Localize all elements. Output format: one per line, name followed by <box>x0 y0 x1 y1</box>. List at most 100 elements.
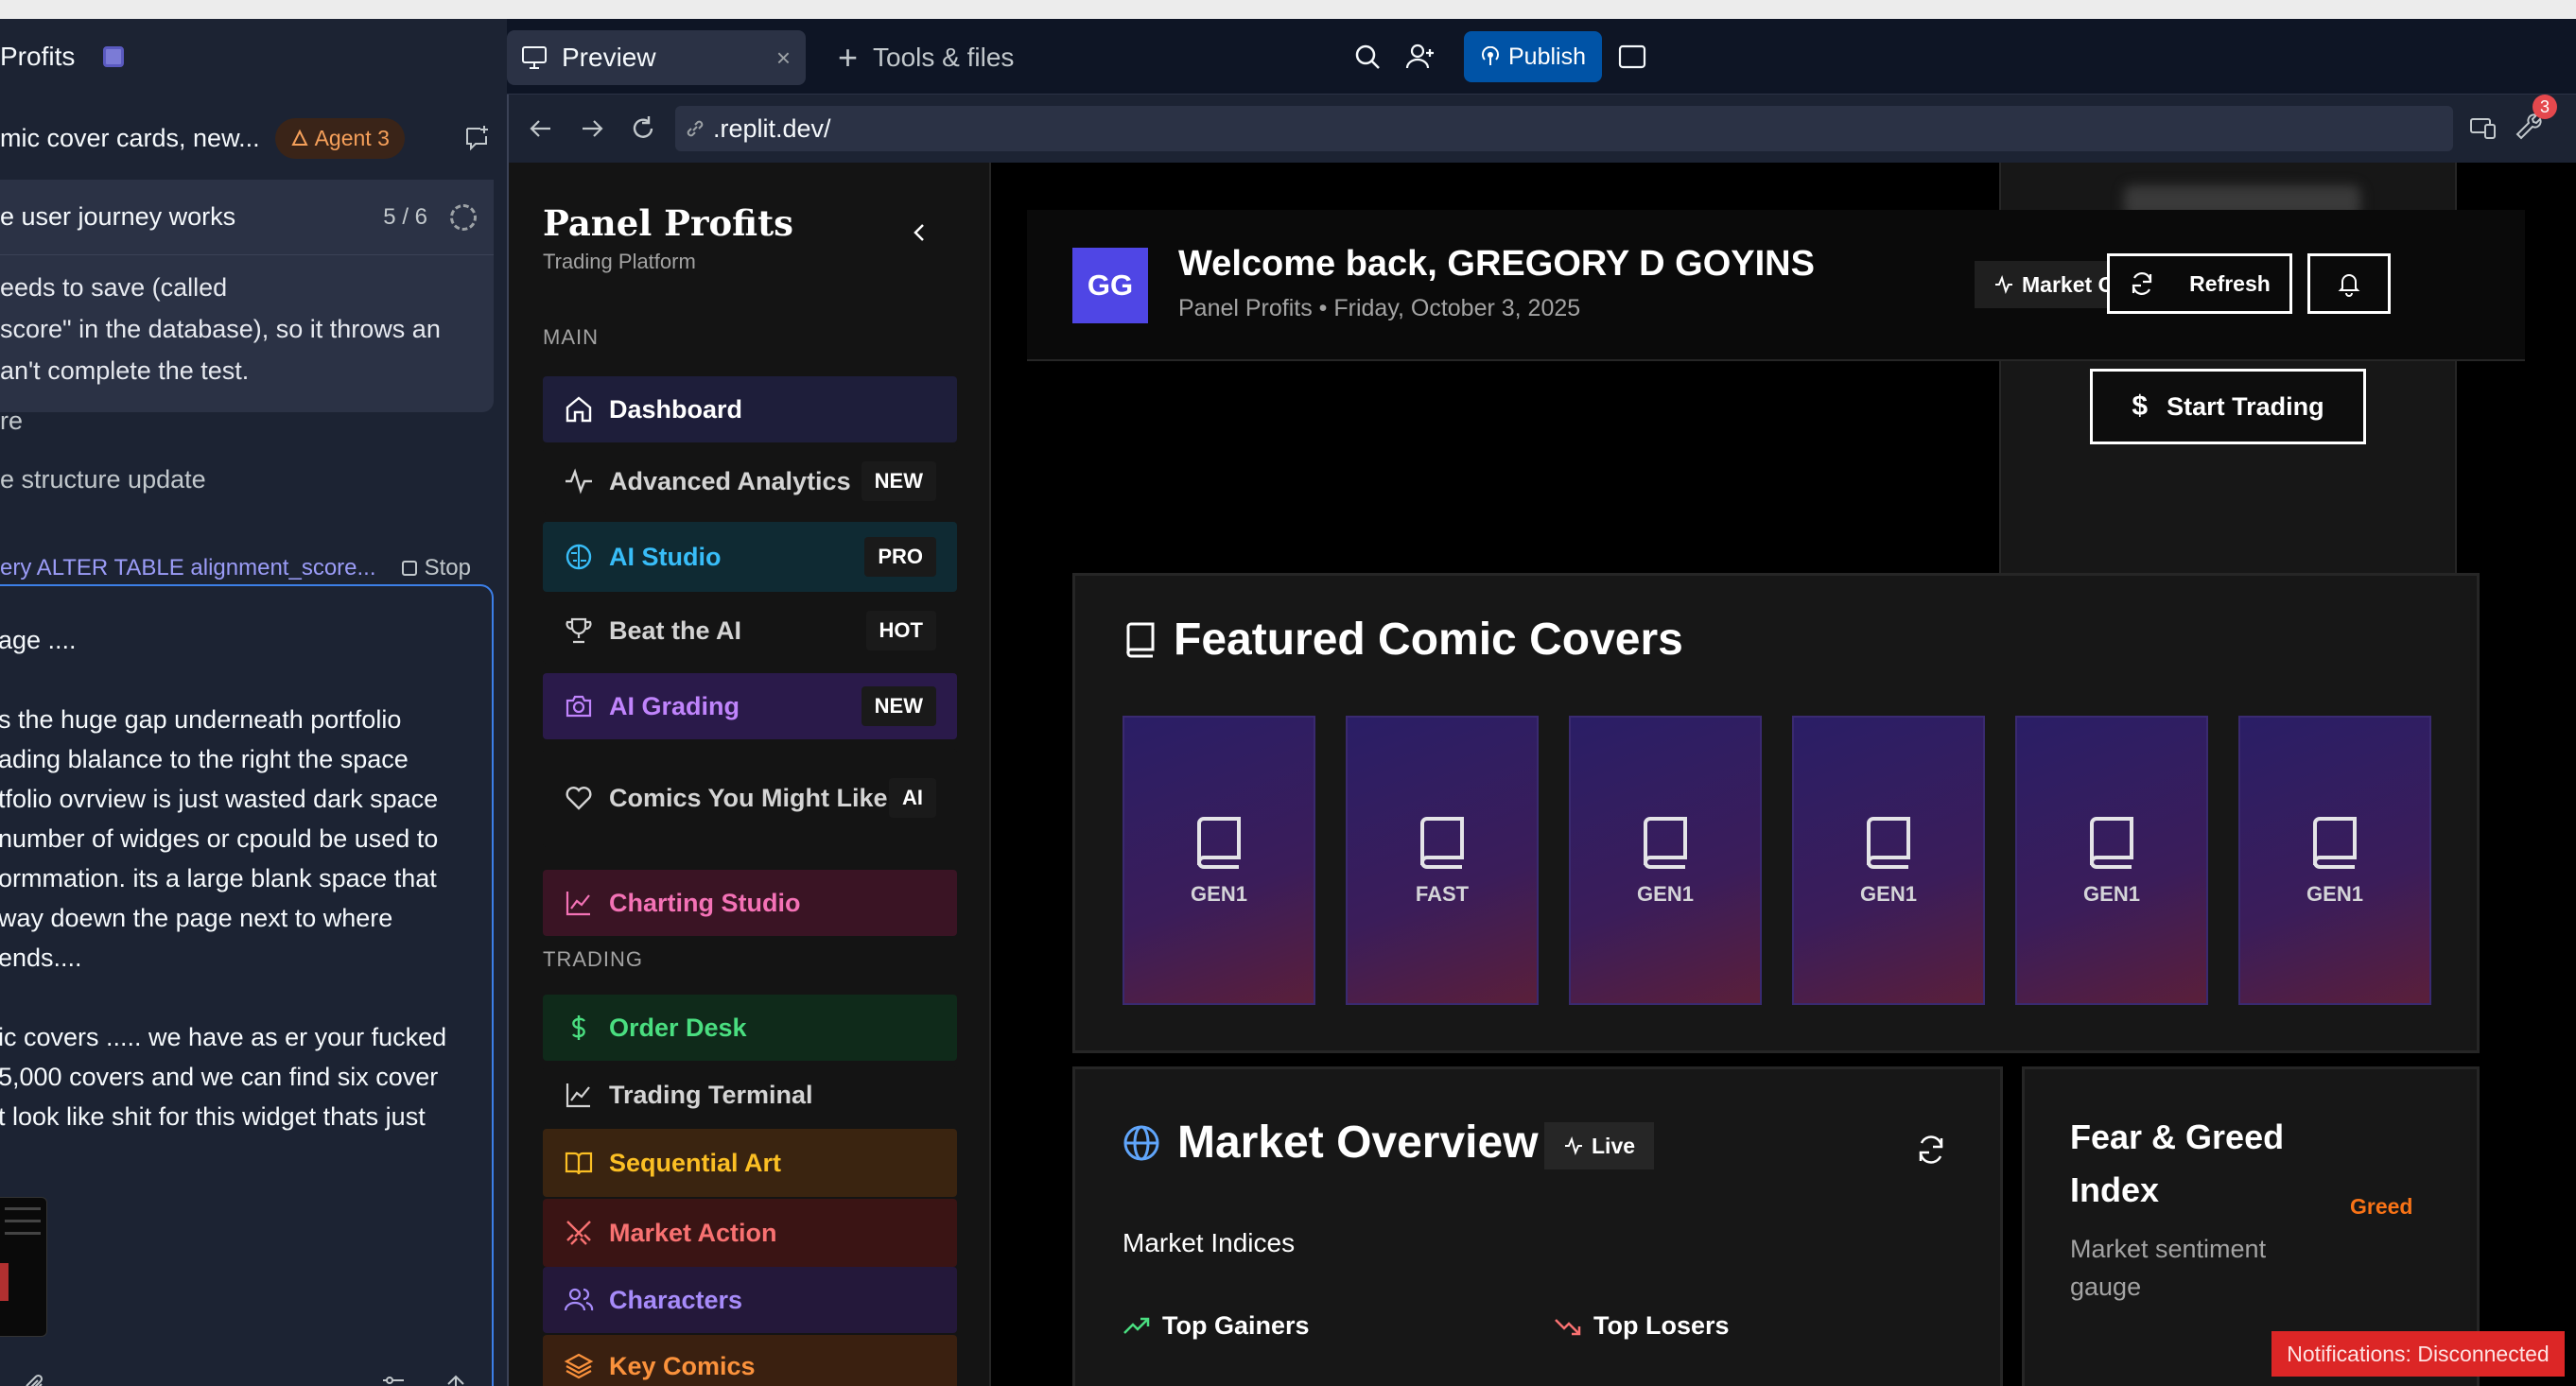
agent-badge[interactable]: Agent 3 <box>274 117 405 159</box>
paperclip-icon[interactable] <box>23 1373 49 1386</box>
reload-icon[interactable] <box>628 113 658 144</box>
brain-icon <box>566 544 592 570</box>
send-arrow-up-icon[interactable] <box>443 1373 469 1386</box>
cover-grid: GEN1 FAST GEN1 GEN1 GEN1 GEN1 <box>1123 716 2446 1005</box>
sidebar-item-ai-studio[interactable]: AI Studio PRO <box>543 522 957 592</box>
sidebar-item-charting-studio[interactable]: Charting Studio <box>543 870 957 936</box>
market-overview-title-text: Market Overview <box>1177 1117 1539 1168</box>
chat-line: re <box>0 407 24 435</box>
sidebar-item-trading-terminal[interactable]: Trading Terminal <box>543 1066 957 1123</box>
loading-spinner-icon <box>450 203 477 231</box>
search-icon[interactable] <box>1352 42 1383 72</box>
sidebar-item-label: Beat the AI <box>609 616 742 645</box>
cover-label: GEN1 <box>1191 882 1247 906</box>
tab-tools-and-files[interactable]: + Tools & files <box>838 30 1014 85</box>
message-text[interactable]: age .... s the huge gap underneath portf… <box>0 620 480 1136</box>
fear-greed-value: Greed <box>2350 1194 2413 1219</box>
home-icon <box>566 396 592 423</box>
book-icon <box>1643 817 1687 869</box>
task-description: eeds to save (called score" in the datab… <box>0 273 441 385</box>
sidebar-item-characters[interactable]: Characters <box>543 1267 957 1333</box>
close-icon[interactable]: × <box>776 43 791 73</box>
top-window-strip <box>0 0 2576 19</box>
attachment-thumbnail[interactable] <box>0 1197 47 1337</box>
brand-title: Panel Profits <box>543 202 793 244</box>
sidebar-item-label: Charting Studio <box>609 889 801 917</box>
featured-title: Featured Comic Covers <box>1124 614 1683 666</box>
invite-user-icon[interactable] <box>1405 42 1436 72</box>
broadcast-icon <box>1482 46 1499 65</box>
new-chat-icon[interactable] <box>463 123 492 151</box>
trophy-icon <box>566 617 592 644</box>
project-icon <box>103 46 125 67</box>
chat-line: e structure update <box>0 465 206 494</box>
thread-header[interactable]: mic cover cards, new... Agent 3 <box>0 110 507 166</box>
panel-toggle-icon[interactable] <box>1617 42 1647 72</box>
stop-button[interactable]: Stop <box>401 555 471 581</box>
chevron-left-icon[interactable] <box>904 217 934 248</box>
publish-button[interactable]: Publish <box>1464 31 1602 82</box>
sidebar-item-beat-the-ai[interactable]: Beat the AI HOT <box>543 598 957 664</box>
sidebar-item-advanced-analytics[interactable]: Advanced Analytics NEW <box>543 448 957 514</box>
comic-cover-card[interactable]: GEN1 <box>1123 716 1315 1005</box>
chart-line-icon <box>566 1083 590 1108</box>
top-gainers-header: Top Gainers <box>1123 1311 1310 1341</box>
comic-cover-card[interactable]: FAST <box>1346 716 1539 1005</box>
sidebar-item-market-action[interactable]: Market Action <box>543 1199 957 1267</box>
comic-cover-card[interactable]: GEN1 <box>1792 716 1985 1005</box>
start-trading-button[interactable]: $ Start Trading <box>2090 369 2366 444</box>
sidebar-item-key-comics[interactable]: Key Comics <box>543 1335 957 1386</box>
cover-label: GEN1 <box>2083 882 2140 906</box>
sidebar-item-label: AI Grading <box>609 692 740 720</box>
activity-icon <box>566 468 592 494</box>
sidebar-item-dashboard[interactable]: Dashboard <box>543 376 957 442</box>
refresh-label: Refresh <box>2189 270 2271 296</box>
comic-cover-card[interactable]: GEN1 <box>2238 716 2431 1005</box>
browser-url-bar: .replit.dev/ 3 <box>507 95 2576 163</box>
forward-arrow-icon[interactable] <box>577 113 607 144</box>
refresh-icon[interactable] <box>1915 1134 1947 1166</box>
avatar[interactable]: GG <box>1072 248 1148 323</box>
comic-cover-card[interactable]: GEN1 <box>2015 716 2208 1005</box>
cover-label: GEN1 <box>2306 882 2363 906</box>
users-icon <box>564 1288 594 1311</box>
featured-title-text: Featured Comic Covers <box>1174 615 1683 665</box>
tab-preview[interactable]: Preview × <box>507 30 806 85</box>
nav-badge: AI <box>889 778 936 818</box>
url-input[interactable]: .replit.dev/ <box>675 106 2453 151</box>
welcome-header: GG Welcome back, GREGORY D GOYINS Panel … <box>1027 210 2525 361</box>
task-count: 5 / 6 <box>383 203 427 230</box>
top-gainers-label: Top Gainers <box>1162 1311 1310 1340</box>
book-icon <box>1419 817 1464 869</box>
devices-icon[interactable] <box>2468 113 2498 144</box>
notifications-button[interactable] <box>2307 253 2391 314</box>
sidebar-item-ai-grading[interactable]: AI Grading NEW <box>543 673 957 739</box>
refresh-button[interactable]: Refresh <box>2107 253 2292 314</box>
nav-badge: NEW <box>861 686 936 726</box>
task-progress-row[interactable]: e user journey works 5 / 6 <box>0 180 494 255</box>
featured-covers-card: Featured Comic Covers GEN1 FAST GEN1 GEN1 GE… <box>1072 573 2480 1053</box>
back-arrow-icon[interactable] <box>526 113 556 144</box>
sidebar-item-order-desk[interactable]: Order Desk <box>543 995 957 1061</box>
refresh-icon <box>2132 272 2152 295</box>
fear-greed-title: Fear & Greed Index <box>2070 1117 2285 1209</box>
sidebar-item-label: Market Action <box>609 1219 777 1247</box>
plus-icon: + <box>838 38 859 77</box>
swords-icon <box>566 1221 591 1245</box>
sidebar-item-label: Trading Terminal <box>609 1081 813 1109</box>
settings-sliders-icon[interactable] <box>380 1373 407 1386</box>
comic-cover-card[interactable]: GEN1 <box>1569 716 1762 1005</box>
cover-label: GEN1 <box>1860 882 1917 906</box>
activity-icon <box>1565 1136 1582 1155</box>
trending-up-icon <box>1123 1317 1150 1334</box>
sidebar-item-sequential-art[interactable]: Sequential Art <box>543 1129 957 1197</box>
market-indices-label: Market Indices <box>1123 1228 1296 1257</box>
chart-line-icon <box>566 892 590 916</box>
market-overview-card: Market Overview Live Market Indices Top … <box>1072 1066 2003 1386</box>
book-icon <box>2089 817 2133 869</box>
thread-title[interactable]: mic cover cards, new... <box>0 124 260 153</box>
camera-icon <box>566 695 592 718</box>
cover-label: FAST <box>1415 882 1470 906</box>
sidebar-item-comics-you-might-like[interactable]: Comics You Might Like AI <box>543 749 957 847</box>
message-input[interactable]: age .... s the huge gap underneath portf… <box>0 584 494 1386</box>
